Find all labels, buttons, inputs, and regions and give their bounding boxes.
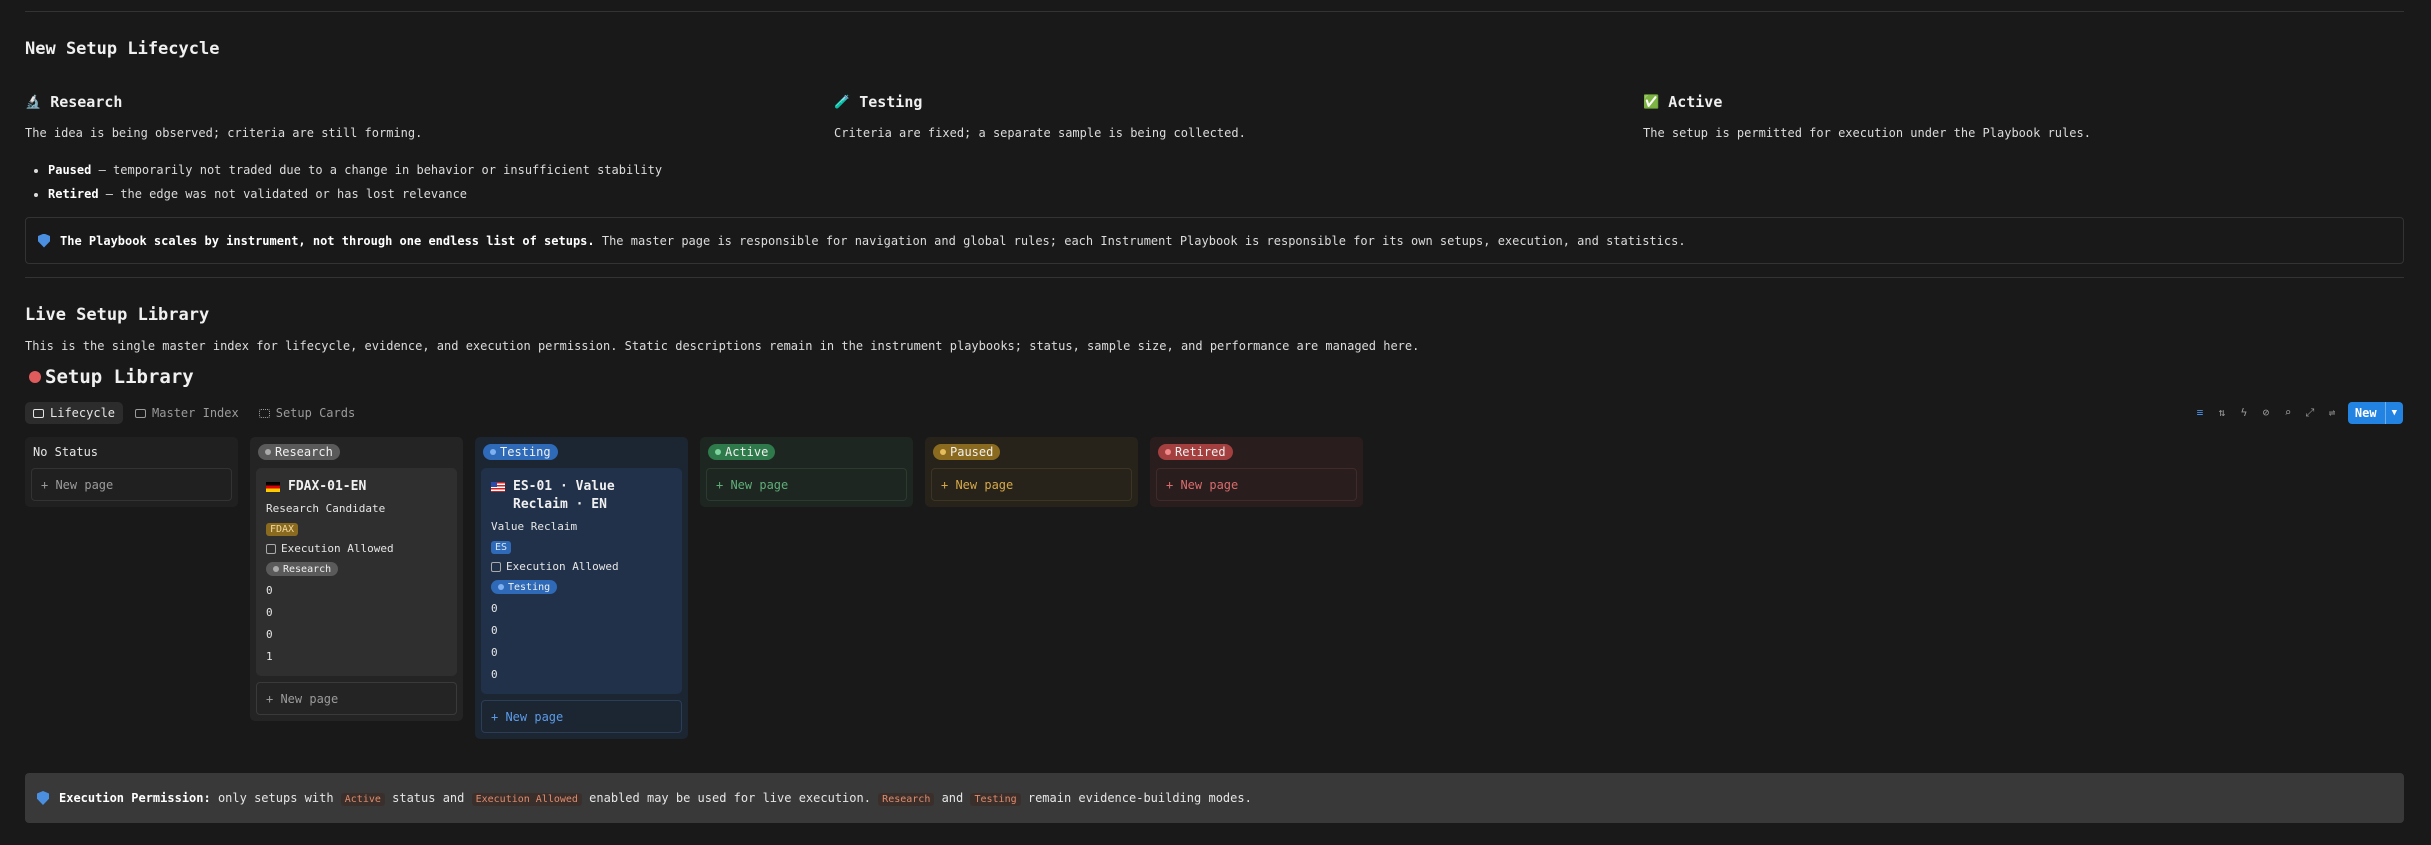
board-icon [33, 408, 44, 418]
sort-icon[interactable]: ⇅ [2216, 407, 2228, 419]
expand-icon[interactable]: ⤢ [2304, 407, 2316, 419]
shield-icon [37, 791, 49, 805]
checkbox-icon [266, 543, 276, 554]
test-tube-icon: 🧪 [834, 94, 851, 110]
research-heading: 🔬 Research [25, 93, 123, 111]
tab-setup-cards[interactable]: Setup Cards [251, 402, 363, 424]
board-column-research: Research FDAX-01-EN Research Candidate F… [250, 437, 463, 721]
us-flag-icon [491, 482, 505, 492]
view-tabs: Lifecycle Master Index Setup Cards [25, 402, 363, 424]
new-page-button[interactable]: + New page [256, 682, 457, 715]
new-page-button[interactable]: + New page [481, 700, 682, 733]
lifecycle-heading: New Setup Lifecycle [25, 39, 220, 59]
filter-icon[interactable]: ≡ [2194, 407, 2206, 419]
instrument-tag: ES [491, 541, 512, 554]
top-divider [25, 11, 2404, 12]
new-button[interactable]: New ▼ [2347, 402, 2403, 424]
status-badge: Active [708, 444, 776, 460]
status-badge: Paused [933, 444, 1001, 460]
chevron-down-icon[interactable]: ▼ [2386, 408, 2403, 418]
microscope-icon: 🔬 [25, 94, 42, 110]
pushpin-icon [29, 371, 41, 383]
gallery-icon [258, 408, 270, 418]
status-badge: Retired [1158, 444, 1233, 460]
database-toolbar: ≡ ⇅ ϟ ⊘ ⌕ ⤢ ⇌ New ▼ [2194, 402, 2403, 424]
check-mark-icon: ✅ [1643, 94, 1660, 110]
board-card[interactable]: FDAX-01-EN Research Candidate FDAX Execu… [256, 468, 457, 676]
active-description: The setup is permitted for execution und… [1643, 126, 2091, 140]
status-badge: Research [258, 444, 340, 460]
status-badge: Testing [491, 580, 558, 594]
section-divider [25, 277, 2404, 278]
research-description: The idea is being observed; criteria are… [25, 126, 423, 140]
database-title[interactable]: Setup Library [29, 366, 194, 388]
execution-permission-callout: Execution Permission: only setups with A… [25, 773, 2404, 823]
shield-icon [38, 233, 50, 248]
board-column-testing: Testing ES-01 · Value Reclaim · EN Value… [475, 437, 688, 739]
library-description: This is the single master index for life… [25, 339, 1420, 353]
germany-flag-icon [266, 482, 280, 492]
hide-icon[interactable]: ⊘ [2260, 407, 2272, 419]
search-icon[interactable]: ⌕ [2282, 407, 2294, 419]
automation-icon[interactable]: ϟ [2238, 407, 2250, 419]
table-icon [135, 408, 147, 418]
testing-heading: 🧪 Testing [834, 93, 923, 111]
execution-allowed-checkbox[interactable]: Execution Allowed [491, 560, 672, 573]
execution-allowed-checkbox[interactable]: Execution Allowed [266, 542, 447, 555]
status-badge: Research [266, 562, 339, 576]
tab-master-index[interactable]: Master Index [127, 402, 247, 424]
settings-icon[interactable]: ⇌ [2326, 407, 2338, 419]
list-item: Retired — the edge was not validated or … [48, 187, 662, 201]
list-item: Paused — temporarily not traded due to a… [48, 163, 662, 177]
active-heading: ✅ Active [1643, 93, 1723, 111]
board-column-no-status: No Status + New page [25, 437, 238, 507]
status-badge: Testing [483, 444, 558, 460]
new-page-button[interactable]: + New page [31, 468, 232, 501]
board-column-retired: Retired + New page [1150, 437, 1363, 507]
board-card[interactable]: ES-01 · Value Reclaim · EN Value Reclaim… [481, 468, 682, 694]
tab-lifecycle[interactable]: Lifecycle [25, 402, 124, 424]
instrument-tag: FDAX [266, 523, 299, 536]
new-page-button[interactable]: + New page [931, 468, 1132, 501]
new-page-button[interactable]: + New page [706, 468, 907, 501]
board-column-paused: Paused + New page [925, 437, 1138, 507]
scaling-callout: The Playbook scales by instrument, not t… [25, 217, 2404, 264]
board-column-active: Active + New page [700, 437, 913, 507]
library-heading: Live Setup Library [25, 305, 210, 325]
status-bullet-list: Paused — temporarily not traded due to a… [48, 163, 662, 211]
checkbox-icon [491, 561, 501, 572]
testing-description: Criteria are fixed; a separate sample is… [834, 126, 1246, 140]
new-page-button[interactable]: + New page [1156, 468, 1357, 501]
